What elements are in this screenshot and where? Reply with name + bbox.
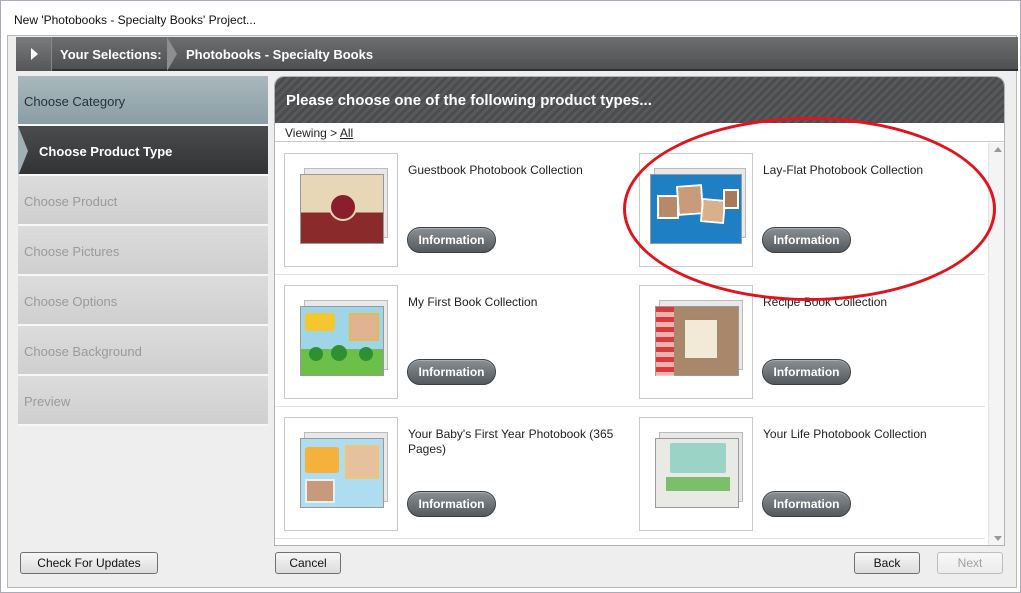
product-thumbnail: [639, 153, 753, 267]
information-button[interactable]: Information: [407, 227, 496, 253]
window-title: New 'Photobooks - Specialty Books' Proje…: [14, 13, 257, 27]
step-notch-icon: [18, 126, 28, 176]
information-button[interactable]: Information: [762, 359, 851, 385]
information-button[interactable]: Information: [762, 491, 851, 517]
viewing-label: Viewing >: [285, 126, 338, 140]
step-choose-category[interactable]: Choose Category: [18, 76, 268, 126]
chevron-right-icon: [31, 48, 38, 60]
information-button[interactable]: Information: [762, 227, 851, 253]
information-button[interactable]: Information: [407, 491, 496, 517]
step-label: Choose Background: [24, 344, 142, 359]
step-label: Choose Category: [24, 94, 126, 109]
product-type-panel: Please choose one of the following produ…: [274, 76, 1005, 546]
guestbook-cover-image: [300, 168, 388, 244]
divider: [275, 141, 1004, 142]
product-thumbnail: [639, 285, 753, 399]
panel-heading: Please choose one of the following produ…: [286, 92, 652, 109]
step-label: Choose Product Type: [39, 144, 173, 159]
step-label: Choose Options: [24, 294, 118, 309]
step-choose-pictures: Choose Pictures: [18, 226, 268, 276]
scroll-down-icon[interactable]: [994, 536, 1002, 541]
scroll-up-icon[interactable]: [994, 147, 1002, 152]
product-thumbnail: [284, 285, 398, 399]
panel-header: Please choose one of the following produ…: [275, 77, 1004, 123]
step-label: Preview: [24, 394, 71, 409]
selections-value: Photobooks - Specialty Books: [186, 47, 374, 62]
viewing-all-link[interactable]: All: [340, 126, 353, 140]
my-first-book-cover-image: [300, 300, 388, 376]
next-button[interactable]: Next: [937, 552, 1003, 574]
title-bar: New 'Photobooks - Specialty Books' Proje…: [1, 1, 1020, 35]
product-thumbnail: [284, 417, 398, 531]
product-card-your-life[interactable]: Your Life Photobook Collection Informati…: [630, 407, 985, 539]
product-title: Your Life Photobook Collection: [763, 427, 927, 441]
selections-label: Your Selections:: [60, 47, 162, 62]
step-label: Choose Product: [24, 194, 118, 209]
product-title: Guestbook Photobook Collection: [408, 163, 583, 177]
vertical-scrollbar[interactable]: [988, 143, 1004, 545]
recipe-book-cover-image: [655, 300, 743, 377]
wizard-steps: Choose Category Choose Product Type Choo…: [18, 76, 268, 426]
product-card-recipe-book[interactable]: Recipe Book Collection Information: [630, 275, 985, 407]
viewing-breadcrumb: Viewing > All: [285, 126, 353, 140]
wizard-frame: Your Selections: Photobooks - Specialty …: [7, 35, 1018, 588]
step-choose-product-type: Choose Product Type: [18, 126, 268, 176]
product-title: My First Book Collection: [408, 295, 538, 309]
cancel-button[interactable]: Cancel: [275, 552, 341, 574]
product-grid: Guestbook Photobook Collection Informati…: [275, 143, 987, 545]
check-for-updates-button[interactable]: Check For Updates: [20, 552, 158, 574]
product-title: Lay-Flat Photobook Collection: [763, 163, 924, 177]
product-card-babys-first-year[interactable]: Your Baby's First Year Photobook (365 Pa…: [275, 407, 630, 539]
babys-first-year-cover-image: [300, 432, 388, 508]
information-button[interactable]: Information: [407, 359, 496, 385]
your-life-cover-image: [655, 432, 743, 508]
expand-selections-button[interactable]: [16, 37, 52, 71]
product-thumbnail: [284, 153, 398, 267]
product-thumbnail: [639, 417, 753, 531]
step-choose-background: Choose Background: [18, 326, 268, 376]
product-title: Recipe Book Collection: [763, 295, 888, 309]
step-choose-options: Choose Options: [18, 276, 268, 326]
step-preview: Preview: [18, 376, 268, 426]
project-wizard-window: New 'Photobooks - Specialty Books' Proje…: [0, 0, 1021, 593]
product-card-lay-flat[interactable]: Lay-Flat Photobook Collection Informatio…: [630, 143, 985, 275]
product-card-guestbook[interactable]: Guestbook Photobook Collection Informati…: [275, 143, 630, 275]
selections-bar: Your Selections: Photobooks - Specialty …: [16, 37, 1018, 71]
breadcrumb-separator-icon: [167, 37, 179, 71]
product-card-my-first-book[interactable]: My First Book Collection Information: [275, 275, 630, 407]
step-label: Choose Pictures: [24, 244, 120, 259]
step-choose-product: Choose Product: [18, 176, 268, 226]
back-button[interactable]: Back: [854, 552, 920, 574]
product-title: Your Baby's First Year Photobook (365 Pa…: [408, 427, 614, 456]
lay-flat-cover-image: [650, 168, 746, 244]
